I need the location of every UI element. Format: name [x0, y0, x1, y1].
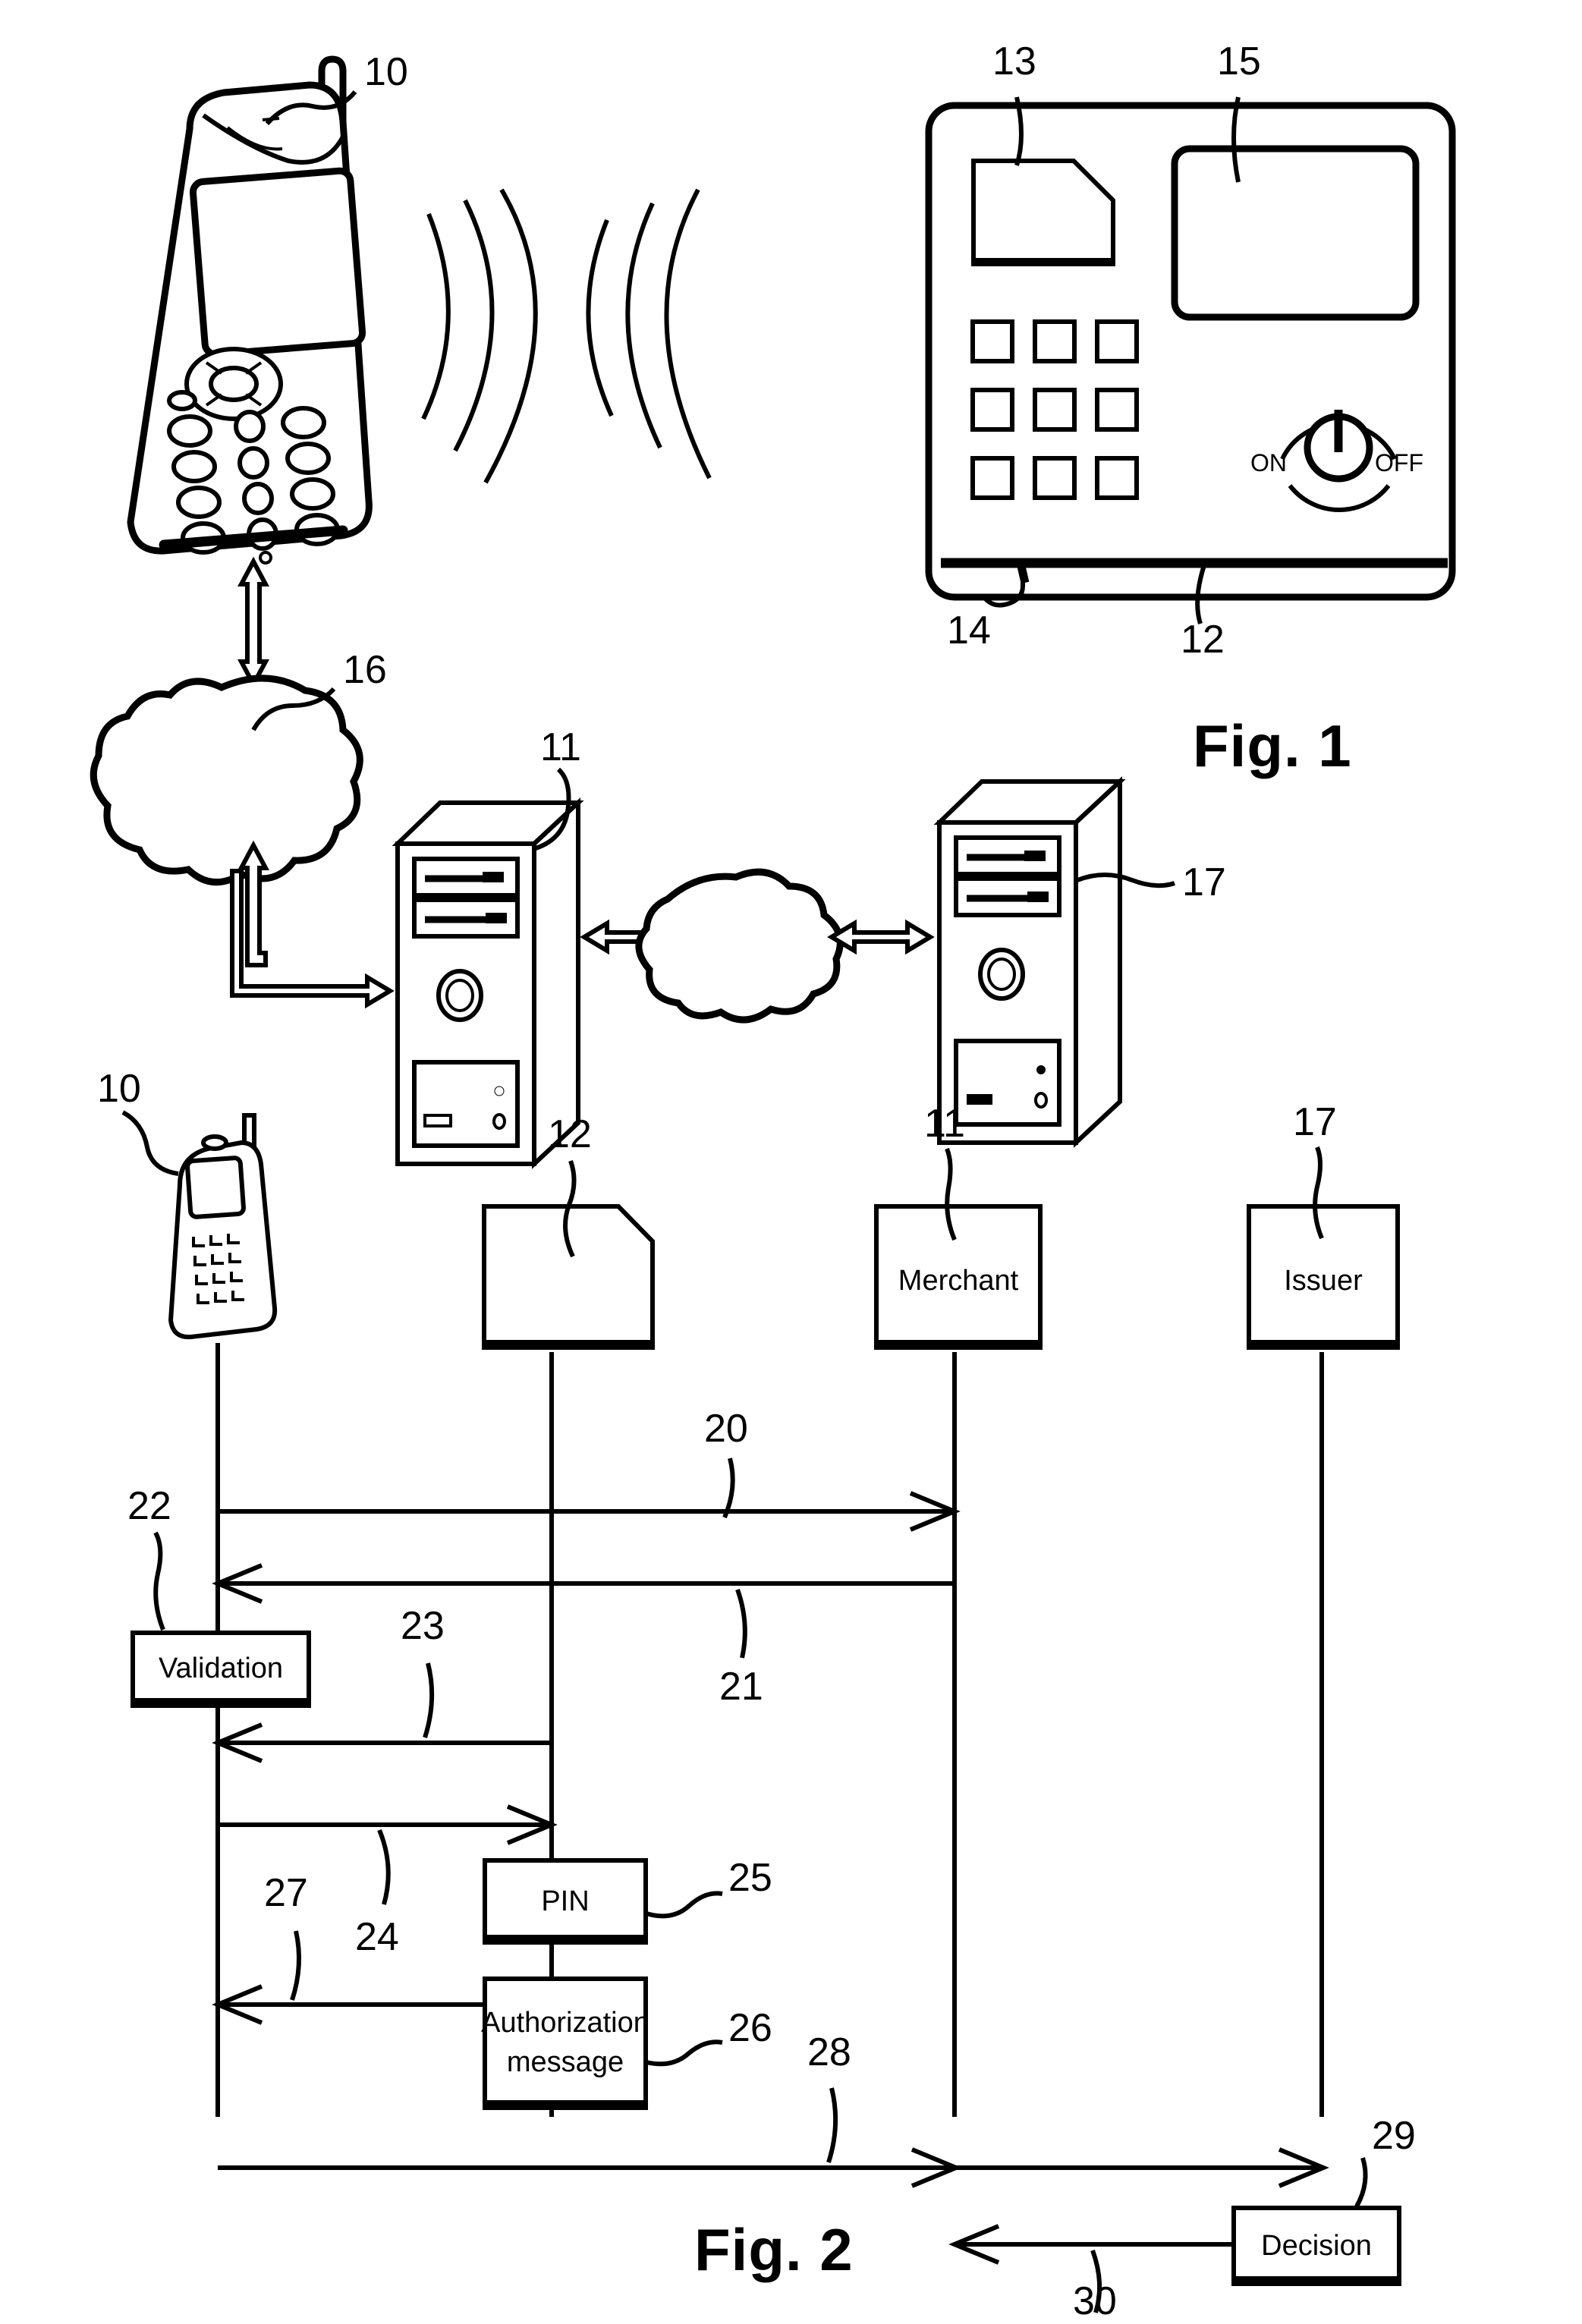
merchant-server-icon	[392, 797, 584, 1169]
issuer-node: Issuer	[1247, 1204, 1400, 1350]
message-arrow-27	[212, 1984, 485, 2025]
message-arrow-28	[218, 2147, 1329, 2188]
ref-numeral-11: 11	[540, 725, 581, 769]
figure-1-group: 10 ON OFF 13 15 14 12 16 11 17 Fig. 1	[90, 39, 1456, 1169]
ref-numeral-29: 29	[1372, 2114, 1416, 2158]
ref-numeral-10-fig2: 10	[97, 1067, 141, 1111]
network-cloud-icon	[90, 675, 363, 886]
ref-numeral-25: 25	[728, 1856, 772, 1900]
ref-numeral-12: 12	[1181, 618, 1225, 662]
phone-nav-wheel	[184, 347, 283, 421]
message-arrow-21	[212, 1563, 955, 1604]
ref-numeral-13: 13	[992, 39, 1036, 83]
figure-1-caption: Fig. 1	[1193, 712, 1352, 779]
ref-numeral-23: 23	[401, 1604, 445, 1648]
ref-numeral-15: 15	[1217, 39, 1261, 83]
ref-numeral-22: 22	[127, 1484, 171, 1528]
ref-numeral-26: 26	[728, 2006, 772, 2050]
ref-numeral-30: 30	[1073, 2279, 1117, 2323]
terminal-keypad	[970, 319, 1139, 500]
second-network-cloud-icon	[635, 868, 844, 1024]
merchant-node: Merchant	[874, 1204, 1043, 1350]
message-arrow-23	[212, 1722, 552, 1763]
ref-numeral-27: 27	[264, 1871, 308, 1915]
ref-numeral-17: 17	[1182, 860, 1226, 904]
arrow-phone-to-cloud	[237, 556, 269, 690]
radio-waves-right-icon	[586, 188, 712, 480]
validation-box-label: Validation	[159, 1653, 283, 1684]
knob-off-label: OFF	[1375, 449, 1423, 476]
merchant-node-label: Merchant	[898, 1265, 1019, 1297]
decision-box-label: Decision	[1261, 2230, 1372, 2262]
mobile-phone-icon	[127, 55, 373, 564]
arrow-cloud-up	[237, 840, 269, 967]
ref-numeral-24: 24	[355, 1915, 399, 1959]
terminal-display	[1171, 145, 1420, 321]
knob-on-label: ON	[1250, 449, 1287, 476]
ref-numeral-16: 16	[343, 648, 387, 692]
figure-2-group: 10 12 Merchant 11 Issuer 17 20 21 Valida…	[97, 1067, 1416, 2323]
issuer-server-icon	[933, 776, 1126, 1148]
authorization-message-box: Authorization message	[481, 1977, 649, 2110]
patent-drawing-canvas: 10 ON OFF 13 15 14 12 16 11 17 Fig. 1 10…	[90, 39, 1456, 2323]
mobile-phone-icon-small	[168, 1113, 278, 1340]
ref-numeral-11-fig2: 11	[924, 1102, 965, 1146]
pin-box-label: PIN	[541, 1885, 589, 1917]
message-arrow-20	[218, 1491, 961, 1532]
issuer-node-label: Issuer	[1284, 1265, 1363, 1297]
ref-numeral-14: 14	[947, 609, 991, 653]
authorization-box-label-line2: message	[507, 2046, 624, 2078]
authorization-box-label-line1: Authorization	[481, 2007, 649, 2039]
ref-numeral-12-fig2: 12	[548, 1112, 592, 1156]
message-arrow-24	[218, 1804, 558, 1845]
arrow-cloud2-to-issuer	[827, 919, 935, 955]
sim-card-icon	[971, 159, 1115, 266]
ref-numeral-10: 10	[364, 50, 408, 94]
pin-box: PIN	[483, 1858, 648, 1945]
decision-box: Decision	[1231, 2206, 1401, 2286]
sim-card-node	[482, 1204, 655, 1350]
radio-waves-left-icon	[421, 188, 538, 484]
payment-terminal: ON OFF	[925, 102, 1456, 601]
patent-figure-sheet: 10 ON OFF 13 15 14 12 16 11 17 Fig. 1 10…	[0, 0, 1582, 2324]
ref-numeral-28: 28	[807, 2030, 851, 2074]
ref-numeral-20: 20	[704, 1407, 748, 1451]
figure-2-caption: Fig. 2	[694, 2216, 854, 2283]
ref-numeral-21: 21	[719, 1665, 763, 1709]
validation-box: Validation	[131, 1631, 311, 1708]
ref-numeral-17-fig2: 17	[1293, 1100, 1337, 1144]
